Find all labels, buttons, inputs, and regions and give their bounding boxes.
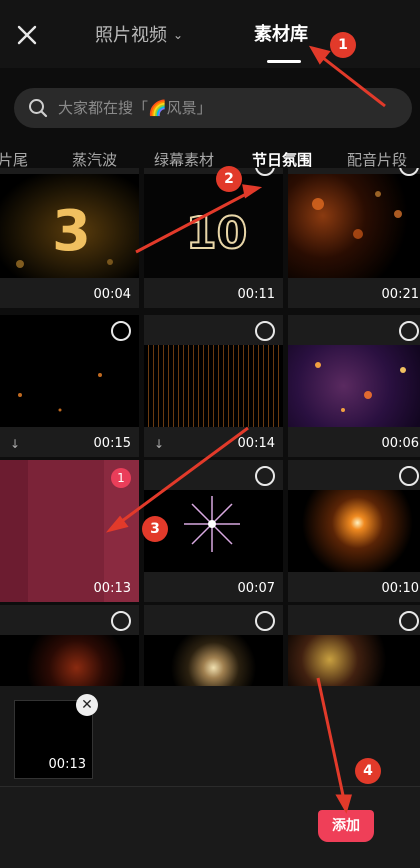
thumbnail (144, 635, 283, 686)
duration-label: 00:14 (237, 436, 275, 451)
select-checkbox[interactable] (399, 321, 419, 341)
tab-photo-video[interactable]: 照片视频 ⌄ (95, 22, 183, 49)
duration-label: 00:06 (381, 436, 419, 451)
thumbnail: 10 (144, 174, 283, 278)
thumbnail: 3 (0, 174, 139, 278)
duration-label: 00:13 (93, 581, 131, 596)
chevron-down-icon: ⌄ (173, 28, 184, 42)
select-checkbox[interactable] (399, 466, 419, 486)
material-item[interactable] (288, 605, 420, 686)
add-button[interactable]: 添加 (318, 810, 374, 842)
select-checkbox[interactable] (111, 611, 131, 631)
search-bar[interactable]: 大家都在搜「🌈风景」 (14, 88, 412, 128)
category-green-screen[interactable]: 绿幕素材 (154, 149, 214, 170)
download-icon: ↓ (10, 437, 21, 451)
material-item[interactable]: 00:10 (288, 460, 420, 602)
duration-label: 00:10 (381, 581, 419, 596)
active-tab-indicator (267, 60, 301, 63)
material-grid: 3 00:04 10 00:11 00:21 ↓ 00:15 ↓ 00:14 0… (0, 168, 420, 686)
duration-label: 00:04 (93, 287, 131, 302)
annotation-marker-1: 1 (330, 32, 356, 58)
selection-order-badge: 1 (111, 468, 131, 488)
duration-label: 00:21 (381, 287, 419, 302)
tab-material-library[interactable]: 素材库 (254, 22, 308, 48)
svg-text:10: 10 (186, 208, 247, 259)
material-item[interactable]: 10 00:11 (144, 168, 283, 308)
annotation-marker-2: 2 (216, 166, 242, 192)
material-item[interactable]: ↓ 00:15 (0, 315, 139, 457)
search-placeholder: 大家都在搜「🌈风景」 (58, 99, 212, 117)
annotation-marker-3: 3 (142, 516, 168, 542)
material-item[interactable]: 3 00:04 (0, 168, 139, 308)
material-item[interactable] (144, 605, 283, 686)
select-checkbox[interactable] (111, 321, 131, 341)
close-icon[interactable] (14, 22, 40, 48)
material-item-selected[interactable]: 1 00:13 (0, 460, 139, 602)
thumbnail (288, 635, 420, 686)
material-item[interactable]: ↓ 00:14 (144, 315, 283, 457)
category-dubbing[interactable]: 配音片段 (347, 149, 407, 170)
material-item[interactable]: 00:21 (288, 168, 420, 308)
download-icon: ↓ (154, 437, 165, 451)
search-icon (29, 99, 48, 118)
category-outro[interactable]: 片尾 (0, 149, 28, 170)
thumbnail (288, 345, 420, 427)
select-checkbox[interactable] (255, 611, 275, 631)
select-checkbox[interactable] (255, 321, 275, 341)
duration-label: 00:07 (237, 581, 275, 596)
selected-clip-duration: 00:13 (48, 757, 86, 772)
thumbnail (288, 490, 420, 572)
remove-clip-icon[interactable]: ✕ (76, 694, 98, 716)
material-item[interactable]: 00:06 (288, 315, 420, 457)
duration-label: 00:11 (237, 287, 275, 302)
duration-label: 00:15 (93, 436, 131, 451)
category-vaporwave[interactable]: 蒸汽波 (72, 149, 117, 170)
thumbnail (144, 345, 283, 427)
tab-photo-video-label: 照片视频 (95, 25, 167, 46)
svg-text:3: 3 (52, 199, 91, 264)
thumbnail (288, 174, 420, 278)
thumbnail (0, 635, 139, 686)
annotation-marker-4: 4 (355, 758, 381, 784)
material-item[interactable] (0, 605, 139, 686)
select-checkbox[interactable] (399, 611, 419, 631)
select-checkbox[interactable] (255, 466, 275, 486)
top-bar: 照片视频 ⌄ 素材库 (0, 0, 420, 68)
category-festive[interactable]: 节日氛围 (252, 149, 312, 170)
